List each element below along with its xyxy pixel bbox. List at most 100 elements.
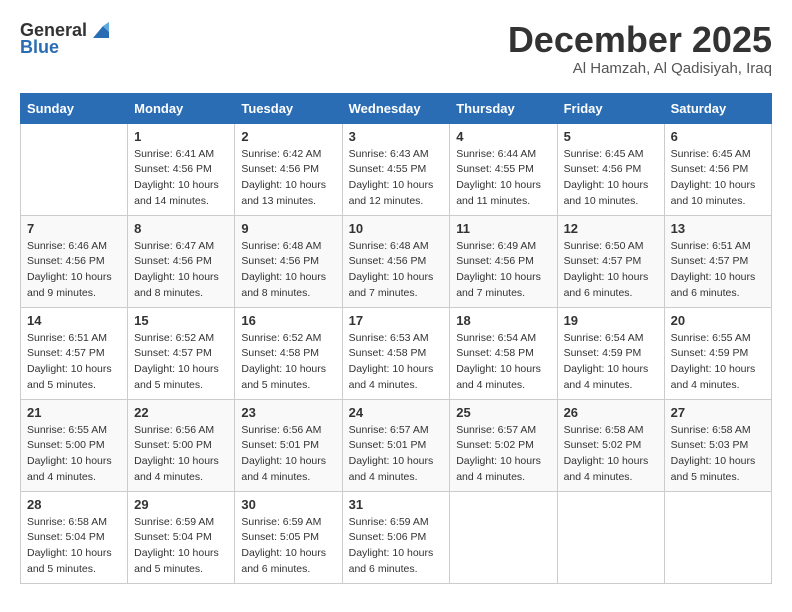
calendar-cell — [450, 491, 557, 583]
calendar-week-row: 7 Sunrise: 6:46 AM Sunset: 4:56 PM Daylig… — [21, 215, 772, 307]
day-number: 22 — [134, 405, 228, 420]
day-number: 8 — [134, 221, 228, 236]
day-header-thursday: Thursday — [450, 93, 557, 123]
calendar-cell: 18Sunrise: 6:54 AM Sunset: 4:58 PM Dayli… — [450, 307, 557, 399]
day-info: Sunrise: 6:59 AM Sunset: 5:05 PM Dayligh… — [241, 515, 335, 578]
day-info: Sunrise: 6:52 AM Sunset: 4:58 PM Dayligh… — [241, 331, 335, 394]
calendar-cell: 13 Sunrise: 6:51 AM Sunset: 4:57 PM Dayli… — [664, 215, 771, 307]
calendar-cell: 21 Sunrise: 6:55 AM Sunset: 5:00 PM Dayli… — [21, 399, 128, 491]
day-header-wednesday: Wednesday — [342, 93, 450, 123]
day-info: Sunrise: 6:55 AM Sunset: 5:00 PM Dayligh… — [27, 423, 121, 486]
calendar-cell: 25Sunrise: 6:57 AM Sunset: 5:02 PM Dayli… — [450, 399, 557, 491]
day-info: Sunrise: 6:58 AM Sunset: 5:02 PM Dayligh… — [564, 423, 658, 486]
day-number: 19 — [564, 313, 658, 328]
day-header-saturday: Saturday — [664, 93, 771, 123]
calendar-table: SundayMondayTuesdayWednesdayThursdayFrid… — [20, 93, 772, 584]
day-info: Sunrise: 6:54 AM Sunset: 4:58 PM Dayligh… — [456, 331, 550, 394]
day-info: Sunrise: 6:58 AM Sunset: 5:04 PM Dayligh… — [27, 515, 121, 578]
calendar-cell: 14 Sunrise: 6:51 AM Sunset: 4:57 PM Dayli… — [21, 307, 128, 399]
calendar-cell: 4Sunrise: 6:44 AM Sunset: 4:55 PM Daylig… — [450, 123, 557, 215]
day-info: Sunrise: 6:45 AM Sunset: 4:56 PM Dayligh… — [564, 147, 658, 210]
day-info: Sunrise: 6:49 AM Sunset: 4:56 PM Dayligh… — [456, 239, 550, 302]
calendar-cell: 23 Sunrise: 6:56 AM Sunset: 5:01 PM Dayli… — [235, 399, 342, 491]
calendar-cell: 31 Sunrise: 6:59 AM Sunset: 5:06 PM Dayli… — [342, 491, 450, 583]
calendar-cell: 1Sunrise: 6:41 AM Sunset: 4:56 PM Daylig… — [128, 123, 235, 215]
day-number: 17 — [349, 313, 444, 328]
calendar-cell: 6Sunrise: 6:45 AM Sunset: 4:56 PM Daylig… — [664, 123, 771, 215]
day-info: Sunrise: 6:56 AM Sunset: 5:01 PM Dayligh… — [241, 423, 335, 486]
calendar-cell: 16Sunrise: 6:52 AM Sunset: 4:58 PM Dayli… — [235, 307, 342, 399]
day-info: Sunrise: 6:54 AM Sunset: 4:59 PM Dayligh… — [564, 331, 658, 394]
day-info: Sunrise: 6:53 AM Sunset: 4:58 PM Dayligh… — [349, 331, 444, 394]
day-info: Sunrise: 6:56 AM Sunset: 5:00 PM Dayligh… — [134, 423, 228, 486]
day-header-tuesday: Tuesday — [235, 93, 342, 123]
calendar-cell: 29Sunrise: 6:59 AM Sunset: 5:04 PM Dayli… — [128, 491, 235, 583]
day-number: 30 — [241, 497, 335, 512]
day-info: Sunrise: 6:50 AM Sunset: 4:57 PM Dayligh… — [564, 239, 658, 302]
day-number: 21 — [27, 405, 121, 420]
calendar-cell: 5 Sunrise: 6:45 AM Sunset: 4:56 PM Daylig… — [557, 123, 664, 215]
day-number: 11 — [456, 221, 550, 236]
day-info: Sunrise: 6:51 AM Sunset: 4:57 PM Dayligh… — [671, 239, 765, 302]
calendar-week-row: 28 Sunrise: 6:58 AM Sunset: 5:04 PM Dayli… — [21, 491, 772, 583]
logo: General Blue — [20, 20, 111, 58]
calendar-cell: 7 Sunrise: 6:46 AM Sunset: 4:56 PM Daylig… — [21, 215, 128, 307]
calendar-cell: 24Sunrise: 6:57 AM Sunset: 5:01 PM Dayli… — [342, 399, 450, 491]
calendar-cell: 3 Sunrise: 6:43 AM Sunset: 4:55 PM Daylig… — [342, 123, 450, 215]
day-number: 20 — [671, 313, 765, 328]
calendar-cell: 22 Sunrise: 6:56 AM Sunset: 5:00 PM Dayli… — [128, 399, 235, 491]
day-number: 13 — [671, 221, 765, 236]
day-info: Sunrise: 6:48 AM Sunset: 4:56 PM Dayligh… — [349, 239, 444, 302]
day-info: Sunrise: 6:46 AM Sunset: 4:56 PM Dayligh… — [27, 239, 121, 302]
calendar-cell: 30 Sunrise: 6:59 AM Sunset: 5:05 PM Dayli… — [235, 491, 342, 583]
calendar-cell: 17 Sunrise: 6:53 AM Sunset: 4:58 PM Dayli… — [342, 307, 450, 399]
day-info: Sunrise: 6:41 AM Sunset: 4:56 PM Dayligh… — [134, 147, 228, 210]
day-number: 15 — [134, 313, 228, 328]
day-info: Sunrise: 6:42 AM Sunset: 4:56 PM Dayligh… — [241, 147, 335, 210]
day-info: Sunrise: 6:59 AM Sunset: 5:06 PM Dayligh… — [349, 515, 444, 578]
calendar-header-row: SundayMondayTuesdayWednesdayThursdayFrid… — [21, 93, 772, 123]
day-header-friday: Friday — [557, 93, 664, 123]
calendar-cell: 8Sunrise: 6:47 AM Sunset: 4:56 PM Daylig… — [128, 215, 235, 307]
day-info: Sunrise: 6:52 AM Sunset: 4:57 PM Dayligh… — [134, 331, 228, 394]
title-area: December 2025 Al Hamzah, Al Qadisiyah, I… — [508, 20, 772, 77]
calendar-cell: 19 Sunrise: 6:54 AM Sunset: 4:59 PM Dayli… — [557, 307, 664, 399]
day-info: Sunrise: 6:44 AM Sunset: 4:55 PM Dayligh… — [456, 147, 550, 210]
calendar-cell: 12Sunrise: 6:50 AM Sunset: 4:57 PM Dayli… — [557, 215, 664, 307]
day-number: 10 — [349, 221, 444, 236]
day-info: Sunrise: 6:58 AM Sunset: 5:03 PM Dayligh… — [671, 423, 765, 486]
calendar-cell: 20Sunrise: 6:55 AM Sunset: 4:59 PM Dayli… — [664, 307, 771, 399]
day-number: 7 — [27, 221, 121, 236]
calendar-cell: 27 Sunrise: 6:58 AM Sunset: 5:03 PM Dayli… — [664, 399, 771, 491]
day-number: 31 — [349, 497, 444, 512]
day-info: Sunrise: 6:43 AM Sunset: 4:55 PM Dayligh… — [349, 147, 444, 210]
day-number: 28 — [27, 497, 121, 512]
day-number: 24 — [349, 405, 444, 420]
header: General Blue December 2025 Al Hamzah, Al… — [20, 20, 772, 77]
day-number: 3 — [349, 129, 444, 144]
calendar-cell — [557, 491, 664, 583]
day-info: Sunrise: 6:57 AM Sunset: 5:02 PM Dayligh… — [456, 423, 550, 486]
calendar-cell — [21, 123, 128, 215]
calendar-subtitle: Al Hamzah, Al Qadisiyah, Iraq — [508, 60, 772, 77]
day-number: 27 — [671, 405, 765, 420]
day-info: Sunrise: 6:48 AM Sunset: 4:56 PM Dayligh… — [241, 239, 335, 302]
day-header-monday: Monday — [128, 93, 235, 123]
day-number: 14 — [27, 313, 121, 328]
calendar-cell: 9 Sunrise: 6:48 AM Sunset: 4:56 PM Daylig… — [235, 215, 342, 307]
day-number: 26 — [564, 405, 658, 420]
day-number: 2 — [241, 129, 335, 144]
calendar-body: 1Sunrise: 6:41 AM Sunset: 4:56 PM Daylig… — [21, 123, 772, 583]
day-number: 23 — [241, 405, 335, 420]
day-info: Sunrise: 6:59 AM Sunset: 5:04 PM Dayligh… — [134, 515, 228, 578]
calendar-title: December 2025 — [508, 20, 772, 60]
calendar-cell: 11 Sunrise: 6:49 AM Sunset: 4:56 PM Dayli… — [450, 215, 557, 307]
day-number: 9 — [241, 221, 335, 236]
day-header-sunday: Sunday — [21, 93, 128, 123]
logo-blue: Blue — [20, 38, 59, 58]
day-info: Sunrise: 6:45 AM Sunset: 4:56 PM Dayligh… — [671, 147, 765, 210]
logo-icon — [89, 20, 111, 42]
day-number: 5 — [564, 129, 658, 144]
calendar-cell: 26 Sunrise: 6:58 AM Sunset: 5:02 PM Dayli… — [557, 399, 664, 491]
day-info: Sunrise: 6:51 AM Sunset: 4:57 PM Dayligh… — [27, 331, 121, 394]
